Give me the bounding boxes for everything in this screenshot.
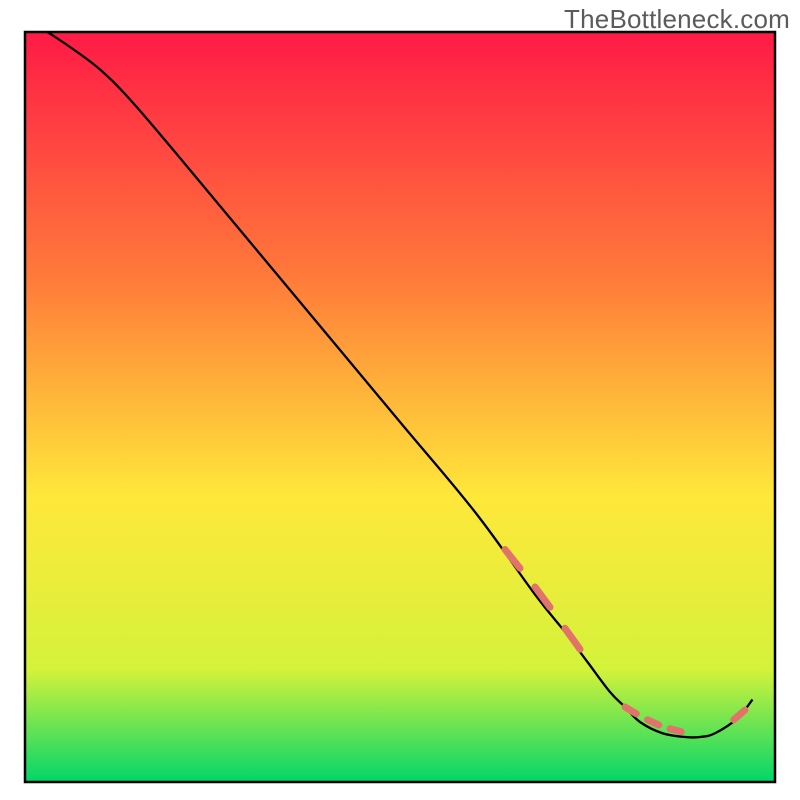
- plot-background: [25, 32, 775, 782]
- bottleneck-curve-plot: [0, 0, 800, 800]
- dash-segment: [670, 729, 681, 732]
- dash-segment: [648, 720, 659, 725]
- chart-container: TheBottleneck.com: [0, 0, 800, 800]
